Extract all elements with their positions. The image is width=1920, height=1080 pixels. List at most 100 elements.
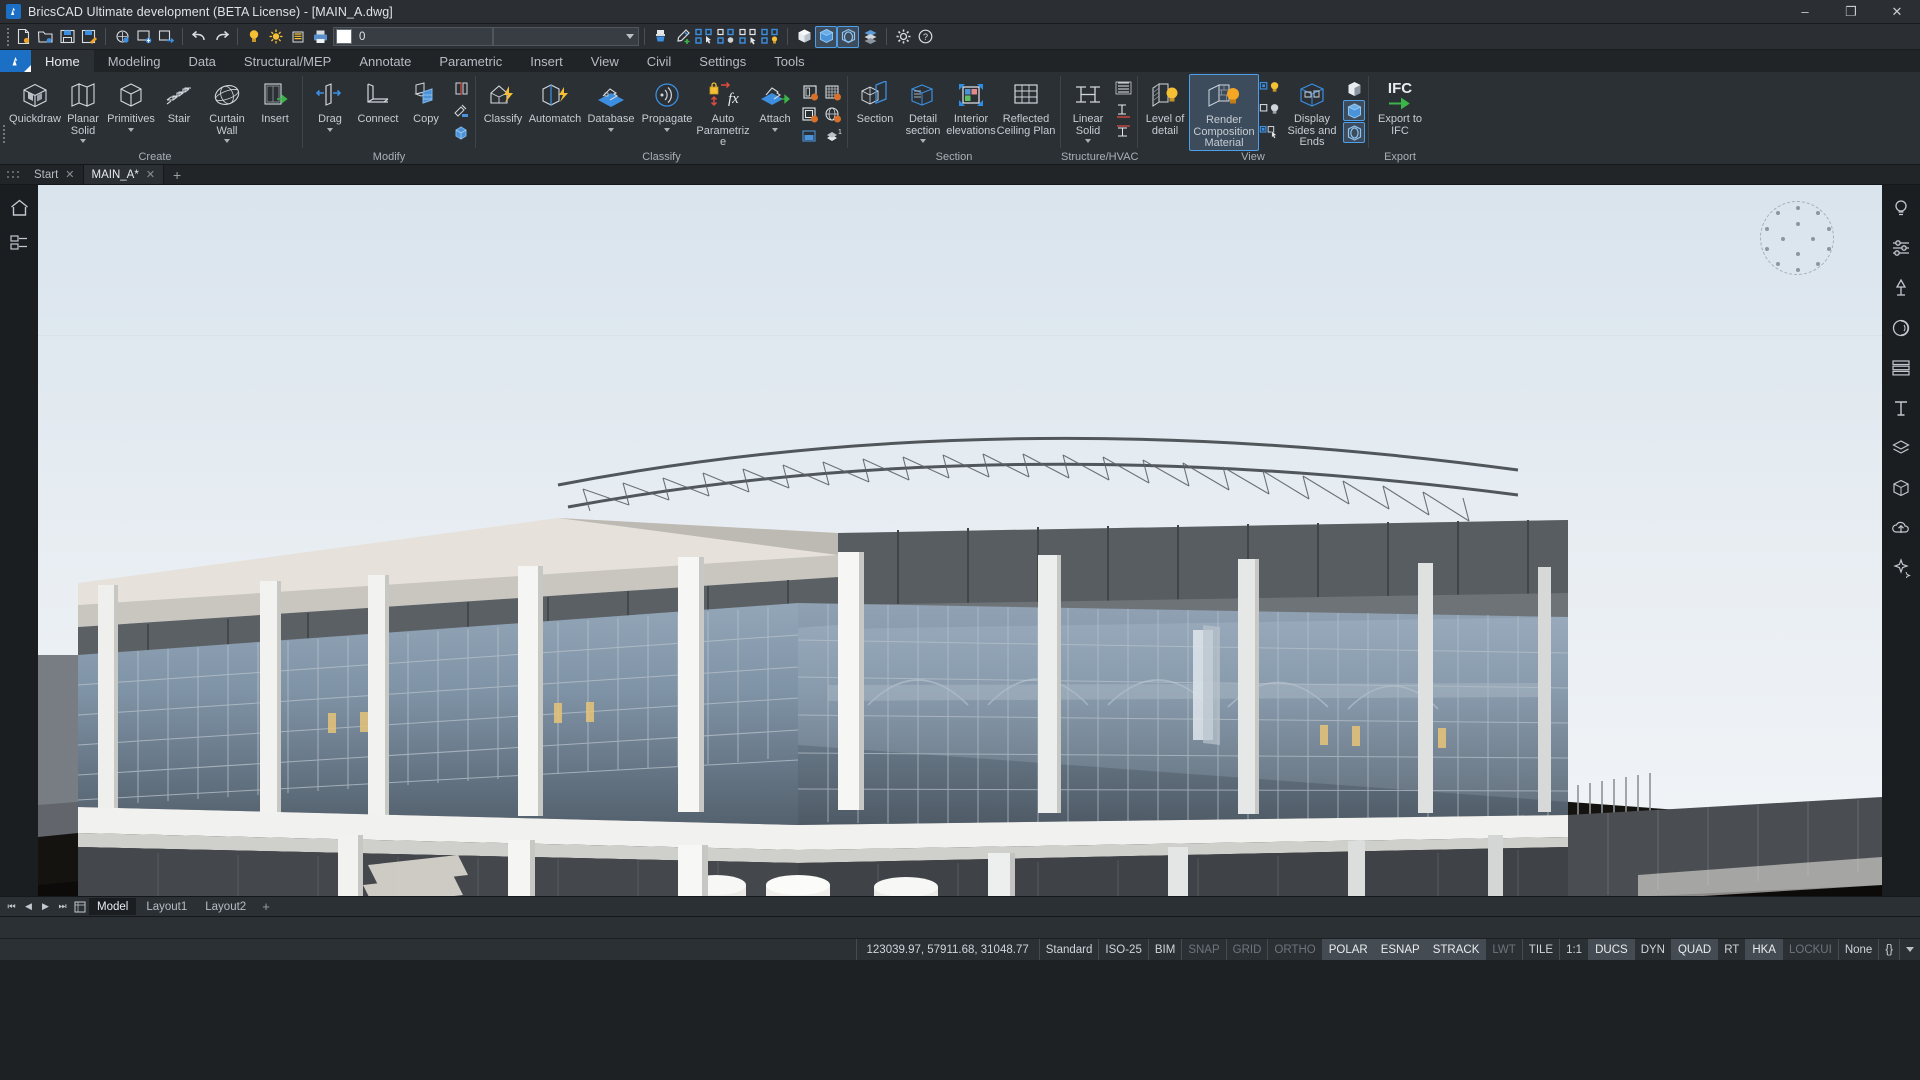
layer-lock-icon[interactable]	[287, 26, 309, 48]
sun-shadows-icon[interactable]	[1887, 315, 1915, 341]
status-grid[interactable]: GRID	[1226, 939, 1268, 960]
help-icon[interactable]: ?	[914, 26, 936, 48]
visual-style-grey-icon[interactable]	[1259, 100, 1281, 121]
select-all-icon[interactable]	[738, 26, 760, 48]
wireframe-mode-icon[interactable]	[1343, 122, 1365, 143]
status-esnap[interactable]: ESNAP	[1374, 939, 1426, 960]
tab-tools[interactable]: Tools	[760, 50, 818, 72]
maximize-button[interactable]: ❐	[1828, 0, 1874, 24]
chevron-down-icon[interactable]	[128, 128, 134, 132]
select-similar-icon[interactable]	[694, 26, 716, 48]
status-strack[interactable]: STRACK	[1426, 939, 1486, 960]
status-braces[interactable]: {}	[1878, 939, 1899, 960]
database-button[interactable]: Database	[583, 74, 639, 142]
status-expand-button[interactable]	[1899, 939, 1920, 960]
tab-parametric[interactable]: Parametric	[425, 50, 516, 72]
tab-annotate[interactable]: Annotate	[345, 50, 425, 72]
add-grid-icon[interactable]	[822, 82, 844, 103]
connect-button[interactable]: Connect	[354, 74, 402, 142]
solid-volume-icon[interactable]	[1887, 475, 1915, 501]
planar-solid-button[interactable]: Planar Solid	[59, 74, 107, 143]
new-layout-button[interactable]: +	[256, 899, 276, 914]
open-drawing-icon[interactable]	[34, 26, 56, 48]
status-tile[interactable]: TILE	[1522, 939, 1559, 960]
status-standard[interactable]: Standard	[1039, 939, 1099, 960]
layer-state-combo[interactable]	[493, 27, 639, 46]
status-snap[interactable]: SNAP	[1181, 939, 1225, 960]
shade-edges-mode-icon[interactable]	[1343, 100, 1365, 121]
new-drawing-icon[interactable]	[12, 26, 34, 48]
curtain-wall-button[interactable]: Curtain Wall	[203, 74, 251, 143]
next-layout-button[interactable]: ▶	[38, 899, 53, 915]
add-door-icon[interactable]	[799, 82, 821, 103]
primitives-button[interactable]: Primitives	[107, 74, 155, 142]
classify-button[interactable]: Classify	[479, 74, 527, 142]
layout-tab-layout1[interactable]: Layout1	[138, 898, 195, 915]
drag-button[interactable]: Drag	[306, 74, 354, 142]
realistic-view-icon[interactable]	[859, 26, 881, 48]
chevron-down-icon[interactable]	[920, 139, 926, 143]
lighting-icon[interactable]	[1887, 275, 1915, 301]
visual-style-pointer-icon[interactable]	[1259, 122, 1281, 143]
status-quad[interactable]: QUAD	[1671, 939, 1717, 960]
magic-wand-icon[interactable]	[1887, 555, 1915, 581]
add-layer-icon[interactable]: 1	[822, 126, 844, 147]
close-icon[interactable]: ✕	[146, 168, 155, 181]
save-drawing-icon[interactable]	[56, 26, 78, 48]
status-lockui[interactable]: LOCKUI	[1782, 939, 1838, 960]
lightbulb-tips-icon[interactable]	[1887, 195, 1915, 221]
status-rt[interactable]: RT	[1717, 939, 1745, 960]
display-sides-and-ends-button[interactable]: Display Sides and Ends	[1281, 74, 1343, 149]
layer-selector-combo[interactable]: 0	[333, 27, 493, 46]
status-lwt[interactable]: LWT	[1485, 939, 1521, 960]
match-properties-icon[interactable]	[650, 26, 672, 48]
tab-insert[interactable]: Insert	[516, 50, 577, 72]
text-style-icon[interactable]	[1887, 395, 1915, 421]
chevron-down-icon[interactable]	[1085, 139, 1091, 143]
shaded-view-icon[interactable]	[793, 26, 815, 48]
model-space-icon[interactable]	[72, 899, 87, 915]
tab-structural-mep[interactable]: Structural/MEP	[230, 50, 345, 72]
application-menu-button[interactable]	[0, 50, 31, 72]
model-viewport[interactable]	[38, 185, 1882, 896]
auto-parametrize-button[interactable]: fx Auto Parametrize	[695, 74, 751, 149]
reflected-ceiling-plan-button[interactable]: Reflected Ceiling Plan	[995, 74, 1057, 142]
quickdraw-button[interactable]: Quickdraw	[11, 74, 59, 142]
tab-view[interactable]: View	[577, 50, 633, 72]
cloud-upload-icon[interactable]	[1887, 515, 1915, 541]
doctab-grip[interactable]	[0, 165, 26, 184]
publish-icon[interactable]	[133, 26, 155, 48]
status-bim[interactable]: BIM	[1148, 939, 1181, 960]
prev-layout-button[interactable]: ◀	[21, 899, 36, 915]
document-tab-main-a[interactable]: MAIN_A* ✕	[84, 165, 165, 184]
interior-elevations-button[interactable]: Interior elevations	[947, 74, 995, 142]
tab-civil[interactable]: Civil	[633, 50, 686, 72]
new-document-tab-button[interactable]: +	[164, 165, 190, 184]
linear-solid-button[interactable]: Linear Solid	[1064, 74, 1112, 143]
render-composition-material-button[interactable]: Render Composition Material	[1189, 74, 1259, 151]
chevron-down-icon[interactable]	[327, 128, 333, 132]
structure-browser-icon[interactable]	[5, 230, 33, 256]
tab-data[interactable]: Data	[174, 50, 229, 72]
bim-flip-icon[interactable]	[450, 78, 472, 99]
tab-home[interactable]: Home	[31, 50, 94, 72]
minimize-button[interactable]: –	[1782, 0, 1828, 24]
status-ducs[interactable]: DUCS	[1588, 939, 1634, 960]
propagate-button[interactable]: Propagate	[639, 74, 695, 142]
materials-list-icon[interactable]	[1887, 355, 1915, 381]
attach-button[interactable]: Attach	[751, 74, 799, 142]
command-line[interactable]	[0, 916, 1920, 938]
tab-modeling[interactable]: Modeling	[94, 50, 175, 72]
chevron-down-icon[interactable]	[664, 128, 670, 132]
status-dyn[interactable]: DYN	[1634, 939, 1671, 960]
status-polar[interactable]: POLAR	[1322, 939, 1374, 960]
export-to-ifc-button[interactable]: IFC Export to IFC	[1372, 74, 1428, 142]
properties-sliders-icon[interactable]	[1887, 235, 1915, 261]
first-layout-button[interactable]: ⏮	[4, 899, 19, 915]
detail-section-button[interactable]: Detail section	[899, 74, 947, 143]
chevron-down-icon[interactable]	[80, 139, 86, 143]
last-layout-button[interactable]: ⏭	[55, 899, 70, 915]
export-icon[interactable]	[155, 26, 177, 48]
home-view-icon[interactable]	[5, 195, 33, 221]
status-scale[interactable]: 1:1	[1559, 939, 1588, 960]
